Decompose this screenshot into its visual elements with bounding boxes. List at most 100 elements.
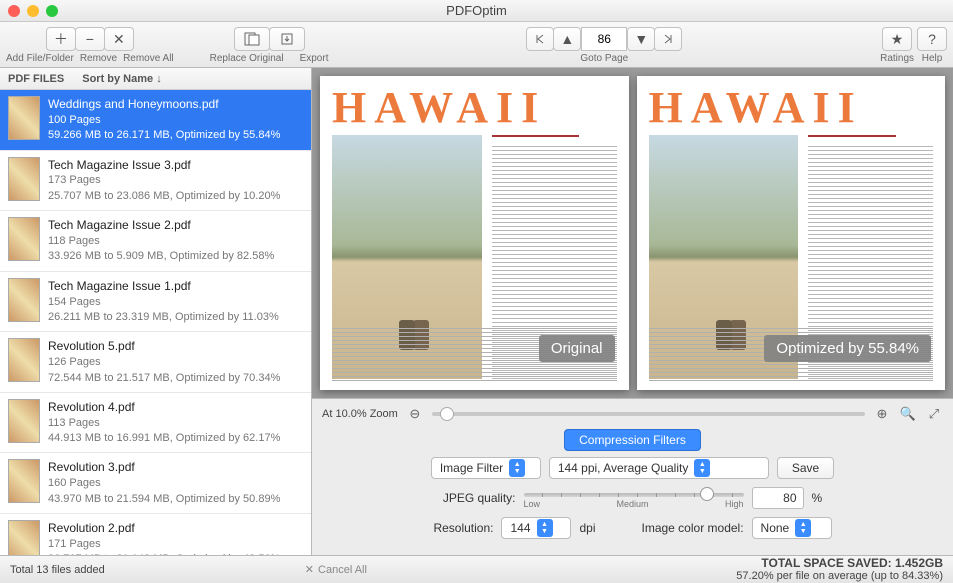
zoom-actual-button[interactable]: 🔍 (899, 405, 917, 423)
next-page-button[interactable]: ▼ (627, 27, 655, 51)
total-space-saved: TOTAL SPACE SAVED: 1.452GB (736, 557, 943, 570)
prev-page-button[interactable]: ▲ (553, 27, 581, 51)
file-thumbnail (8, 278, 40, 322)
file-thumbnail (8, 217, 40, 261)
export-button[interactable] (269, 27, 305, 51)
original-preview: HAWAII Original (320, 76, 629, 390)
file-row[interactable]: Tech Magazine Issue 2.pdf 118 Pages 33.9… (0, 211, 311, 272)
file-pages: 173 Pages (48, 173, 280, 188)
zoom-icon[interactable] (46, 5, 58, 17)
sidebar: PDF FILES Sort by Name ↓ Weddings and Ho… (0, 68, 312, 555)
file-pages: 126 Pages (48, 355, 280, 370)
ratings-label: Ratings (880, 53, 914, 64)
file-thumbnail (8, 338, 40, 382)
resolution-unit: dpi (579, 521, 595, 535)
file-row[interactable]: Revolution 4.pdf 113 Pages 44.913 MB to … (0, 393, 311, 454)
file-name: Revolution 5.pdf (48, 338, 280, 355)
zoom-out-button[interactable]: ⊖ (406, 405, 424, 423)
page-heading: HAWAII (320, 76, 629, 135)
file-pages: 154 Pages (48, 295, 279, 310)
first-page-button[interactable] (526, 27, 554, 51)
optimized-badge: Optimized by 55.84% (764, 335, 931, 362)
sort-button[interactable]: Sort by Name ↓ (82, 73, 161, 85)
resolution-label: Resolution: (433, 521, 493, 535)
file-thumbnail (8, 96, 40, 140)
zoom-slider[interactable] (432, 412, 865, 416)
file-row[interactable]: Weddings and Honeymoons.pdf 100 Pages 59… (0, 90, 311, 151)
file-row[interactable]: Revolution 5.pdf 126 Pages 72.544 MB to … (0, 332, 311, 393)
help-button[interactable]: ? (917, 27, 947, 51)
status-bar: Total 13 files added ✕ Cancel All TOTAL … (0, 555, 953, 583)
page-heading: HAWAII (637, 76, 946, 135)
remove-all-label: Remove All (123, 53, 174, 64)
file-thumbnail (8, 520, 40, 555)
save-button[interactable]: Save (777, 457, 834, 479)
file-sizes: 25.707 MB to 23.086 MB, Optimized by 10.… (48, 189, 280, 204)
help-label: Help (922, 53, 943, 64)
add-file-label: Add File/Folder (6, 53, 74, 64)
file-name: Tech Magazine Issue 3.pdf (48, 157, 280, 174)
file-name: Revolution 4.pdf (48, 399, 280, 416)
remove-all-button[interactable]: ✕ (104, 27, 134, 51)
add-file-button[interactable]: ＋ (46, 27, 76, 51)
original-badge: Original (539, 335, 615, 362)
file-pages: 118 Pages (48, 234, 274, 249)
file-name: Revolution 2.pdf (48, 520, 280, 537)
file-row[interactable]: Tech Magazine Issue 3.pdf 173 Pages 25.7… (0, 151, 311, 212)
file-sizes: 72.544 MB to 21.517 MB, Optimized by 70.… (48, 371, 280, 386)
controls-panel: At 10.0% Zoom ⊖ ⊕ 🔍 ⤢ Compression Filter… (312, 398, 953, 555)
minimize-icon[interactable] (27, 5, 39, 17)
export-label: Export (300, 53, 329, 64)
image-filter-preset-select[interactable]: 144 ppi, Average Quality▲▼ (549, 457, 769, 479)
file-row[interactable]: Revolution 2.pdf 171 Pages 36.767 MB to … (0, 514, 311, 555)
goto-page-label: Goto Page (580, 53, 628, 64)
color-model-label: Image color model: (642, 521, 744, 535)
replace-original-label: Replace Original (210, 53, 284, 64)
file-name: Weddings and Honeymoons.pdf (48, 96, 280, 113)
image-filter-select[interactable]: Image Filter▲▼ (431, 457, 541, 479)
cancel-all-button[interactable]: ✕ Cancel All (305, 563, 367, 576)
file-sizes: 59.266 MB to 26.171 MB, Optimized by 55.… (48, 128, 280, 143)
toolbar: ＋ − ✕ Add File/Folder Remove Remove All … (0, 22, 953, 68)
jpeg-unit: % (812, 491, 823, 505)
pdf-files-header: PDF FILES (8, 73, 64, 85)
preview-panes: HAWAII Original HAWAII Optimized by 55.8… (312, 68, 953, 398)
file-row[interactable]: Tech Magazine Issue 1.pdf 154 Pages 26.2… (0, 272, 311, 333)
file-sizes: 44.913 MB to 16.991 MB, Optimized by 62.… (48, 431, 280, 446)
optimized-preview: HAWAII Optimized by 55.84% (637, 76, 946, 390)
zoom-in-button[interactable]: ⊕ (873, 405, 891, 423)
jpeg-quality-input[interactable]: 80 (752, 487, 804, 509)
file-sizes: 36.767 MB to 21.142 MB, Optimized by 42.… (48, 552, 280, 555)
file-thumbnail (8, 157, 40, 201)
file-name: Revolution 3.pdf (48, 459, 280, 476)
remove-label: Remove (80, 53, 117, 64)
file-name: Tech Magazine Issue 1.pdf (48, 278, 279, 295)
file-name: Tech Magazine Issue 2.pdf (48, 217, 274, 234)
total-files-label: Total 13 files added (10, 564, 105, 576)
file-pages: 113 Pages (48, 416, 280, 431)
replace-original-button[interactable] (234, 27, 270, 51)
last-page-button[interactable] (654, 27, 682, 51)
average-savings: 57.20% per file on average (up to 84.33%… (736, 570, 943, 582)
ratings-button[interactable]: ★ (882, 27, 912, 51)
file-sizes: 43.970 MB to 21.594 MB, Optimized by 50.… (48, 492, 280, 507)
remove-button[interactable]: − (75, 27, 105, 51)
zoom-label: At 10.0% Zoom (322, 408, 398, 420)
file-pages: 100 Pages (48, 113, 280, 128)
file-thumbnail (8, 459, 40, 503)
color-model-select[interactable]: None▲▼ (752, 517, 832, 539)
file-thumbnail (8, 399, 40, 443)
close-icon[interactable] (8, 5, 20, 17)
jpeg-quality-slider[interactable]: Low Medium High (524, 487, 744, 509)
jpeg-quality-label: JPEG quality: (443, 491, 516, 505)
file-pages: 171 Pages (48, 537, 280, 552)
file-row[interactable]: Revolution 3.pdf 160 Pages 43.970 MB to … (0, 453, 311, 514)
page-number-input[interactable]: 86 (581, 27, 627, 51)
file-sizes: 26.211 MB to 23.319 MB, Optimized by 11.… (48, 310, 279, 325)
resolution-select[interactable]: 144▲▼ (501, 517, 571, 539)
window-controls (8, 5, 58, 17)
window-title: PDFOptim (446, 3, 507, 18)
compression-filters-tab[interactable]: Compression Filters (564, 429, 701, 451)
file-list[interactable]: Weddings and Honeymoons.pdf 100 Pages 59… (0, 90, 311, 555)
zoom-fit-button[interactable]: ⤢ (925, 405, 943, 423)
